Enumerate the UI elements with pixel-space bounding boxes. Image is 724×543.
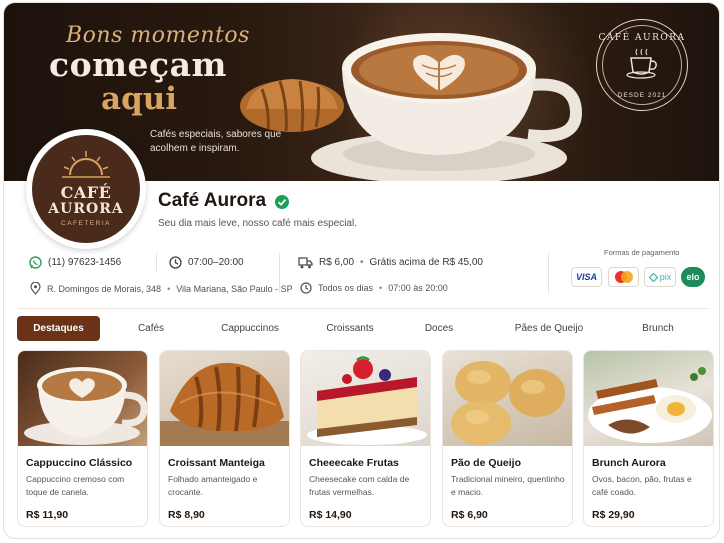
mastercard-icon — [608, 267, 639, 287]
phone-number: (11) 97623-1456 — [48, 257, 122, 268]
hours-text: 07:00–20:00 — [188, 257, 244, 268]
separator-dot: • — [360, 257, 364, 268]
separator-dot: • — [379, 283, 383, 293]
logo-tagline: CAFETERIA — [61, 220, 111, 227]
verified-badge-icon — [275, 195, 289, 209]
product-price: R$ 29,90 — [592, 509, 635, 521]
product-name: Cappuccino Clássico — [26, 457, 133, 469]
brand-seal: CAFÉ AURORA DESDE 2021 — [596, 19, 688, 111]
address-street: R. Domingos de Morais, 348 — [47, 283, 162, 294]
product-card[interactable]: Pão de Queijo Tradicional mineiro, quent… — [442, 350, 573, 527]
product-price: R$ 6,90 — [451, 509, 488, 521]
product-image — [443, 351, 572, 446]
delivery-truck-icon — [298, 257, 313, 269]
address-info[interactable]: R. Domingos de Morais, 348 • Vila Marian… — [30, 282, 293, 295]
product-name: Croissant Manteiga — [168, 457, 265, 469]
address-district: Vila Mariana, São Paulo - SP — [176, 283, 293, 294]
seal-subtitle: DESDE 2021 — [617, 92, 667, 99]
divider — [279, 253, 280, 293]
product-card[interactable]: Croissant Manteiga Folhado amanteigado e… — [159, 350, 290, 527]
coffee-cup-image — [311, 33, 583, 181]
product-image — [301, 351, 430, 446]
phone-info[interactable]: (11) 97623-1456 — [29, 256, 121, 269]
product-image — [18, 351, 147, 446]
delivery-fee: R$ 6,00 — [319, 257, 355, 268]
schedule-hours: 07:00 às 20:00 — [388, 283, 448, 293]
cup-icon — [626, 48, 657, 79]
delivery-info: R$ 6,00 • Grátis acima de R$ 45,00 — [298, 256, 483, 269]
product-price: R$ 11,90 — [26, 509, 69, 521]
store-name: Café Aurora — [158, 190, 267, 211]
product-card[interactable]: Cappuccino Clássico Cappuccino cremoso c… — [17, 350, 148, 527]
store-page-card: Bons momentos começam aqui Cafés especia… — [3, 2, 720, 539]
whatsapp-icon — [29, 256, 42, 269]
separator-dot: • — [167, 283, 171, 294]
pix-icon: pix — [644, 267, 676, 287]
product-image — [160, 351, 289, 446]
divider — [156, 253, 157, 271]
opening-hours: 07:00–20:00 — [169, 256, 244, 269]
product-card[interactable]: Cheeecake Frutas Cheesecake com calda de… — [300, 350, 431, 527]
store-logo: CAFÉ AURORA CAFETERIA — [26, 129, 146, 249]
tab-cafes[interactable]: Cafés — [122, 316, 180, 341]
product-description: Tradicional mineiro, quentinho e macio. — [451, 474, 565, 497]
clock-icon — [300, 282, 312, 294]
product-card[interactable]: Brunch Aurora Ovos, bacon, pão, frutas e… — [583, 350, 714, 527]
section-divider — [18, 308, 708, 309]
logo-word-cafe: CAFÉ — [60, 183, 112, 202]
payment-methods-title: Formas de pagamento — [604, 248, 680, 257]
free-delivery-threshold: Grátis acima de R$ 45,00 — [369, 257, 483, 268]
product-name: Cheeecake Frutas — [309, 457, 399, 469]
visa-icon: VISA — [571, 267, 602, 287]
product-name: Brunch Aurora — [592, 457, 666, 469]
tab-doces[interactable]: Doces — [415, 316, 463, 341]
hero-headline-line2: começam — [49, 45, 227, 84]
store-tagline: Seu dia mais leve, nosso café mais espec… — [158, 218, 357, 229]
product-price: R$ 14,90 — [309, 509, 352, 521]
product-description: Cappuccino cremoso com toque de canela. — [26, 474, 125, 497]
tab-cappuccinos[interactable]: Cappuccinos — [210, 316, 290, 341]
product-description: Cheesecake com calda de frutas vermelhas… — [309, 474, 410, 497]
elo-icon: elo — [681, 267, 705, 287]
product-name: Pão de Queijo — [451, 457, 522, 469]
schedule-info: Todos os dias • 07:00 às 20:00 — [300, 282, 448, 294]
seal-title: CAFÉ AURORA — [598, 33, 686, 43]
logo-word-aurora: AURORA — [48, 201, 124, 217]
hero-subtitle: Cafés especiais, sabores que acolhem e i… — [150, 129, 282, 154]
sunrise-icon — [62, 151, 110, 178]
location-pin-icon — [30, 282, 41, 295]
product-description: Ovos, bacon, pão, frutas e café coado. — [592, 474, 692, 497]
schedule-days: Todos os dias — [318, 283, 374, 293]
divider — [548, 253, 549, 293]
logo-badge: CAFÉ AURORA CAFETERIA — [32, 135, 140, 243]
hero-headline-line3: aqui — [101, 81, 178, 117]
tab-croissants[interactable]: Croissants — [316, 316, 384, 341]
product-price: R$ 8,90 — [168, 509, 205, 521]
tab-paes-de-queijo[interactable]: Pães de Queijo — [502, 316, 596, 341]
clock-icon — [169, 256, 182, 269]
tab-brunch[interactable]: Brunch — [630, 316, 686, 341]
tab-destaques[interactable]: Destaques — [17, 316, 100, 341]
pix-label: pix — [659, 272, 672, 282]
product-image — [584, 351, 713, 446]
product-description: Folhado amanteigado e crocante. — [168, 474, 258, 497]
